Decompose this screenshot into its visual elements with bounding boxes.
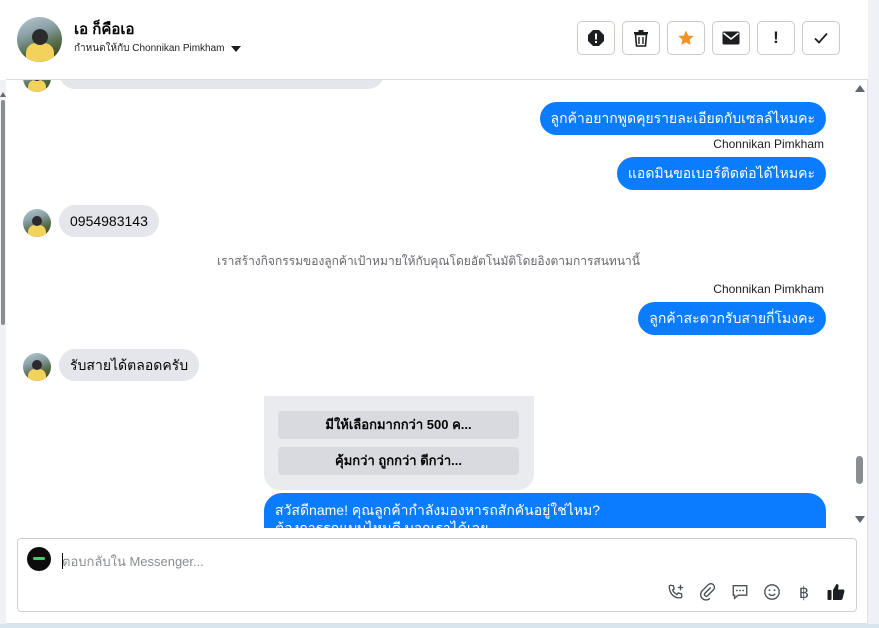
message-bubble-outgoing[interactable]: แอดมินขอเบอร์ติดต่อได้ไหมคะ	[616, 157, 826, 190]
star-icon	[678, 30, 694, 46]
attach-button[interactable]	[698, 582, 718, 602]
message-bubble-incoming-partial	[59, 80, 384, 89]
reply-composer: ฿	[17, 538, 857, 612]
scroll-down-arrow-icon[interactable]	[855, 516, 865, 523]
sender-label: Chonnikan Pimkham	[713, 282, 824, 296]
quick-reply-button[interactable]: มีให้เลือกมากกว่า 500 ค...	[278, 411, 519, 439]
chat-bubble-icon	[732, 585, 748, 600]
trash-icon	[634, 30, 648, 47]
conversation-header: เอ ก็คือเอ กำหนดให้กับ Chonnikan Pimkham…	[6, 0, 868, 80]
mail-icon	[722, 31, 740, 45]
payment-button[interactable]: ฿	[794, 582, 814, 602]
quick-reply-card: มีให้เลือกมากกว่า 500 ค... คุ้มกว่า ถูกก…	[264, 396, 534, 490]
follow-up-icon: !	[773, 28, 779, 47]
chevron-down-icon	[230, 45, 241, 52]
messenger-panel: เอ ก็คือเอ กำหนดให้กับ Chonnikan Pimkham…	[0, 0, 868, 624]
contact-avatar-small	[23, 80, 51, 92]
spam-icon	[588, 30, 604, 46]
paperclip-icon	[700, 583, 716, 601]
thumbs-up-icon	[827, 584, 845, 600]
text-caret	[62, 553, 63, 569]
window-bottom-strip	[0, 624, 879, 628]
composer-tools: ฿	[666, 582, 846, 602]
message-bubble-outgoing[interactable]: ลูกค้าอยากพูดคุยรายละเอียดกับเซลล์ไหมคะ	[539, 102, 826, 135]
saved-replies-button[interactable]	[730, 582, 750, 602]
system-note: เราสร้างกิจกรรมของลูกค้าเป้าหมายให้กับคุ…	[217, 254, 640, 268]
scrollbar-thumb[interactable]	[1, 100, 5, 325]
message-bubble-outgoing[interactable]: ลูกค้าสะดวกรับสายกี่โมงคะ	[638, 302, 826, 335]
message-thread[interactable]: ลูกค้าอยากพูดคุยรายละเอียดกับเซลล์ไหมคะ …	[6, 80, 851, 528]
phone-plus-icon	[668, 584, 684, 599]
emoji-button[interactable]	[762, 582, 782, 602]
message-bubble-incoming[interactable]: 0954983143	[59, 205, 159, 237]
scroll-up-arrow-icon[interactable]	[855, 85, 865, 92]
assignee-dropdown[interactable]: กำหนดให้กับ Chonnikan Pimkham	[74, 41, 241, 56]
message-line: ต้องการรถแบบไหนดี บอกเราได้เลย	[275, 520, 489, 528]
mark-spam-button[interactable]	[577, 21, 615, 55]
reply-input[interactable]	[62, 551, 662, 571]
delete-button[interactable]	[622, 21, 660, 55]
contact-avatar-small	[23, 353, 51, 381]
mark-unread-button[interactable]	[712, 21, 750, 55]
like-button[interactable]	[826, 582, 846, 602]
quick-reply-button[interactable]: คุ้มกว่า ถูกกว่า ดีกว่า...	[278, 447, 519, 475]
call-button[interactable]	[666, 582, 686, 602]
contact-avatar[interactable]	[17, 17, 62, 62]
contact-avatar-small	[23, 209, 51, 237]
check-icon	[814, 32, 828, 44]
smiley-icon	[764, 584, 780, 600]
scrollbar-thumb[interactable]	[856, 456, 863, 484]
message-bubble-incoming[interactable]: รับสายได้ตลอดครับ	[59, 349, 200, 381]
thread-scrollbar[interactable]	[851, 80, 868, 528]
follow-up-button[interactable]: !	[757, 21, 795, 55]
header-actions: !	[577, 21, 840, 55]
baht-icon: ฿	[798, 582, 810, 602]
assignee-label: กำหนดให้กับ Chonnikan Pimkham	[74, 43, 225, 54]
page-avatar	[27, 547, 51, 571]
sender-label: Chonnikan Pimkham	[713, 137, 824, 151]
star-button[interactable]	[667, 21, 705, 55]
mark-done-button[interactable]	[802, 21, 840, 55]
message-line: สวัสดีname! คุณลูกค้ากำลังมองหารถสักคันอ…	[275, 502, 600, 518]
contact-name[interactable]: เอ ก็คือเอ	[74, 17, 135, 41]
message-bubble-outgoing-template[interactable]: สวัสดีname! คุณลูกค้ากำลังมองหารถสักคันอ…	[264, 493, 826, 528]
